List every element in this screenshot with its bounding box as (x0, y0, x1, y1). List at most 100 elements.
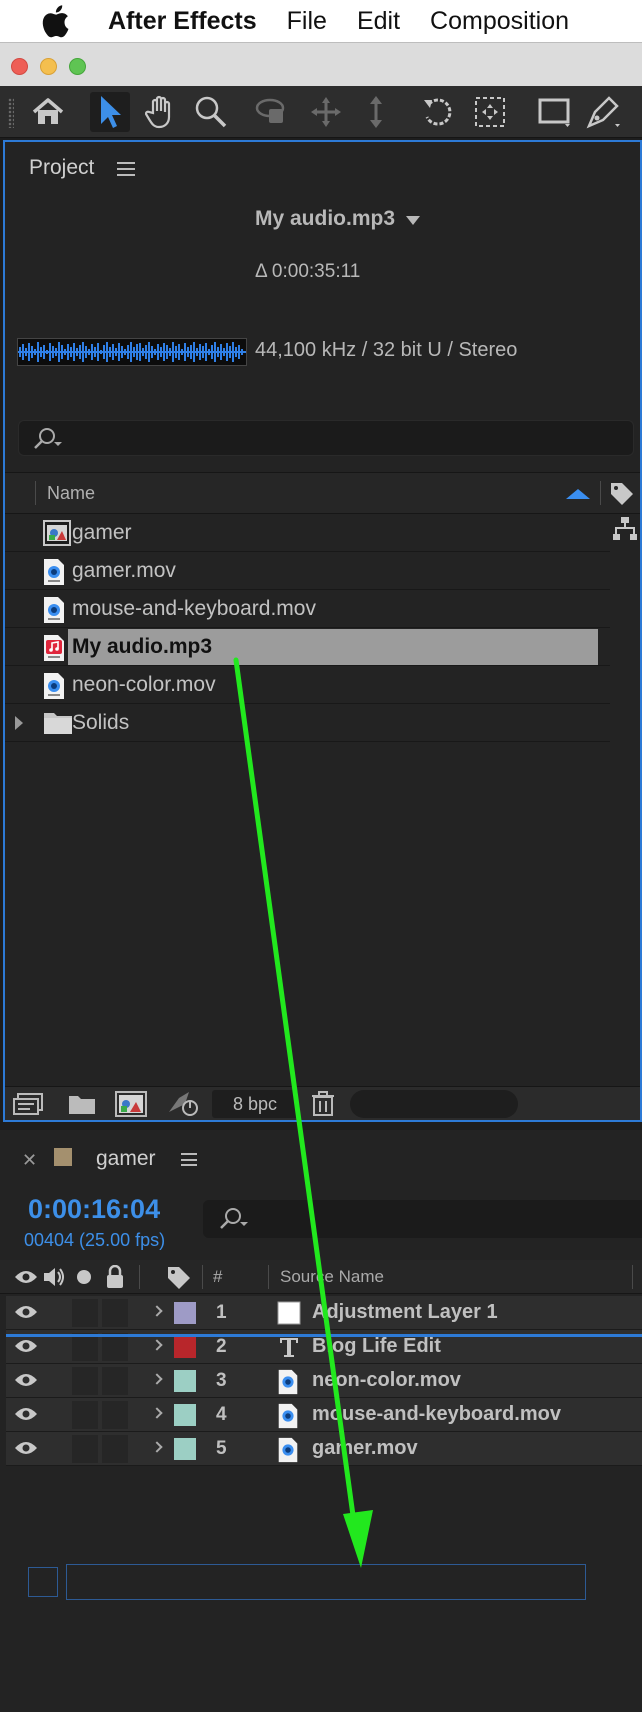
layer-row-5[interactable]: 5 gamer.mov (6, 1432, 642, 1466)
layer-number: 4 (216, 1404, 227, 1425)
rectangle-tool-icon[interactable] (534, 92, 574, 132)
layer-name[interactable]: gamer.mov (312, 1437, 418, 1460)
layer-expand-icon[interactable] (151, 1441, 163, 1453)
layer-label-color[interactable] (174, 1336, 196, 1358)
layer-name[interactable]: Blog Life Edit (312, 1335, 441, 1358)
eye-icon[interactable] (14, 1304, 38, 1320)
timeline-search-input[interactable] (203, 1200, 642, 1238)
orbit-camera-icon[interactable] (253, 92, 293, 132)
project-menu-icon[interactable] (117, 162, 135, 176)
audio-speaker-icon[interactable] (42, 1266, 66, 1288)
movie-file-icon (44, 673, 64, 699)
eye-icon[interactable] (14, 1440, 38, 1456)
video-visibility-icon[interactable] (14, 1269, 38, 1285)
timeline-menu-icon[interactable] (181, 1153, 197, 1166)
bit-depth-button[interactable]: 8 bpc (212, 1090, 298, 1118)
selected-item-duration: Δ 0:00:35:11 (255, 261, 361, 282)
layer-name[interactable]: Adjustment Layer 1 (312, 1301, 498, 1324)
folder-expand-icon[interactable] (15, 716, 23, 730)
solo-switch[interactable] (72, 1401, 98, 1429)
solo-icon[interactable] (77, 1270, 91, 1284)
item-name: My audio.mp3 (72, 635, 213, 658)
dolly-camera-icon[interactable] (356, 92, 396, 132)
render-queue-icon[interactable] (165, 1090, 201, 1118)
layer-label-color[interactable] (174, 1370, 196, 1392)
solo-switch[interactable] (72, 1435, 98, 1463)
trash-icon[interactable] (311, 1091, 335, 1117)
project-search-input[interactable] (18, 420, 634, 456)
project-item-gamer-mov[interactable]: gamer.mov (5, 552, 610, 590)
eye-icon[interactable] (14, 1372, 38, 1388)
folder-icon (44, 713, 72, 734)
menu-composition[interactable]: Composition (430, 7, 569, 36)
sort-ascending-icon[interactable] (566, 489, 590, 499)
layer-expand-icon[interactable] (151, 1305, 163, 1317)
zoom-window-button[interactable] (69, 58, 86, 75)
column-divider (139, 1265, 140, 1289)
new-folder-icon[interactable] (67, 1092, 97, 1116)
lock-switch[interactable] (102, 1401, 128, 1429)
layer-expand-icon[interactable] (151, 1373, 163, 1385)
layer-label-color[interactable] (174, 1438, 196, 1460)
project-panel-title[interactable]: Project (29, 156, 94, 180)
selected-item-dropdown-icon[interactable] (406, 216, 420, 225)
column-divider (600, 481, 601, 505)
layer-number-header[interactable]: # (213, 1267, 222, 1287)
project-item-gamer[interactable]: gamer (5, 514, 610, 552)
close-tab-icon[interactable]: ✕ (22, 1150, 37, 1171)
current-timecode[interactable]: 0:00:16:04 (28, 1194, 160, 1225)
solo-switch[interactable] (72, 1333, 98, 1361)
flowchart-icon[interactable] (612, 516, 638, 542)
selected-item-name[interactable]: My audio.mp3 (255, 207, 395, 231)
eye-icon[interactable] (14, 1338, 38, 1354)
pan-camera-icon[interactable] (306, 92, 346, 132)
menu-file[interactable]: File (287, 7, 327, 36)
pan-behind-icon[interactable] (470, 92, 510, 132)
lock-switch[interactable] (102, 1435, 128, 1463)
lock-switch[interactable] (102, 1333, 128, 1361)
solo-switch[interactable] (72, 1299, 98, 1327)
project-item-neon-color-mov[interactable]: neon-color.mov (5, 666, 610, 704)
toolbar-grip[interactable] (8, 98, 14, 128)
menu-app-name[interactable]: After Effects (108, 7, 257, 36)
item-name: gamer (72, 521, 132, 544)
project-item-mouse-and-keyboard-mov[interactable]: mouse-and-keyboard.mov (5, 590, 610, 628)
layer-row-3[interactable]: 3 neon-color.mov (6, 1364, 642, 1398)
layer-expand-icon[interactable] (151, 1407, 163, 1419)
project-item-my-audio-mp3[interactable]: My audio.mp3 (5, 628, 610, 666)
name-column-header[interactable]: Name (47, 483, 95, 504)
interpret-footage-icon[interactable] (12, 1092, 46, 1116)
source-name-header[interactable]: Source Name (280, 1267, 384, 1287)
lock-icon[interactable] (105, 1265, 125, 1289)
zoom-tool-icon[interactable] (191, 92, 231, 132)
hand-tool-icon[interactable] (141, 92, 181, 132)
minimize-window-button[interactable] (40, 58, 57, 75)
current-frame-count: 00404 (25.00 fps) (24, 1230, 166, 1250)
column-divider (35, 481, 36, 505)
layer-row-1[interactable]: 1 Adjustment Layer 1 (6, 1296, 642, 1330)
selection-tool-icon[interactable] (90, 92, 130, 132)
layer-expand-icon[interactable] (151, 1339, 163, 1351)
layer-label-color[interactable] (174, 1404, 196, 1426)
menu-edit[interactable]: Edit (357, 7, 400, 36)
home-icon[interactable] (28, 92, 68, 132)
rotate-tool-icon[interactable] (418, 92, 458, 132)
label-tag-icon[interactable] (609, 481, 635, 507)
lock-switch[interactable] (102, 1367, 128, 1395)
timeline-comp-tab[interactable]: gamer (96, 1147, 156, 1171)
pen-tool-icon[interactable] (583, 92, 623, 132)
layer-name[interactable]: mouse-and-keyboard.mov (312, 1403, 561, 1426)
layer-row-4[interactable]: 4 mouse-and-keyboard.mov (6, 1398, 642, 1432)
close-window-button[interactable] (11, 58, 28, 75)
eye-icon[interactable] (14, 1406, 38, 1422)
composition-color-swatch (54, 1148, 72, 1166)
layer-name[interactable]: neon-color.mov (312, 1369, 461, 1392)
layer-label-color[interactable] (174, 1302, 196, 1324)
label-tag-icon[interactable] (166, 1265, 192, 1291)
project-item-solids-folder[interactable]: Solids (5, 704, 610, 742)
thumbnail-size-slider[interactable] (350, 1090, 518, 1118)
lock-switch[interactable] (102, 1299, 128, 1327)
solo-switch[interactable] (72, 1367, 98, 1395)
apple-logo-icon[interactable] (40, 3, 70, 39)
new-composition-icon[interactable] (114, 1090, 148, 1118)
